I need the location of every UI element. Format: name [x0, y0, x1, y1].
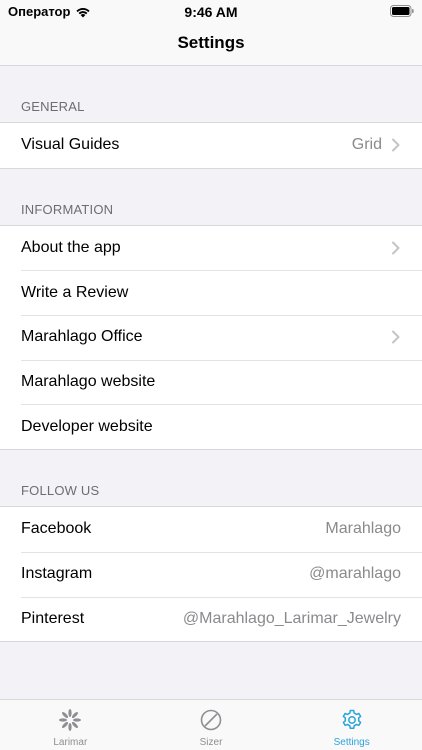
write-a-review-row[interactable]: Write a Review	[0, 270, 422, 316]
row-label: Visual Guides	[21, 136, 120, 154]
row-label: Marahlago Office	[21, 328, 143, 346]
instagram-row[interactable]: Instagram @marahlago	[0, 551, 422, 597]
top-bar: Оператор 9:46 AM Settings	[0, 0, 422, 66]
gear-icon	[342, 709, 362, 730]
tab-sizer[interactable]: Sizer	[141, 700, 282, 750]
larimar-flower-icon	[59, 709, 82, 731]
section-header-general: GENERAL	[21, 99, 85, 114]
row-label: Facebook	[21, 520, 92, 538]
developer-website-row[interactable]: Developer website	[0, 404, 422, 450]
row-label: Developer website	[21, 417, 153, 435]
tab-larimar[interactable]: Larimar	[0, 700, 141, 750]
page-title: Settings	[177, 33, 245, 52]
facebook-row[interactable]: Facebook Marahlago	[0, 507, 422, 552]
section-header-information: INFORMATION	[21, 201, 114, 217]
status-time: 9:46 AM	[184, 4, 238, 20]
tab-label: Settings	[333, 737, 370, 748]
sizer-ring-icon	[200, 709, 222, 731]
chevron-right-icon	[392, 330, 400, 344]
group-follow-us: Facebook Marahlago Instagram @marahlago …	[0, 506, 422, 643]
row-label: Write a Review	[21, 283, 129, 301]
row-label: Instagram	[21, 565, 93, 583]
group-general: Visual Guides Grid	[0, 122, 422, 169]
chevron-right-icon	[392, 241, 400, 255]
row-detail: Grid	[351, 136, 382, 154]
tab-settings[interactable]: Settings	[281, 700, 422, 750]
settings-list: GENERAL Visual Guides Grid INFORMATION A…	[0, 66, 422, 643]
status-bar: Оператор 9:46 AM	[0, 0, 422, 24]
marahlago-office-row[interactable]: Marahlago Office	[0, 315, 422, 360]
about-the-app-row[interactable]: About the app	[0, 225, 422, 271]
row-detail: Marahlago	[325, 520, 401, 538]
row-detail: @Marahlago_Larimar_Jewelry	[182, 609, 401, 627]
row-label: Pinterest	[21, 609, 85, 627]
row-label: Marahlago website	[21, 373, 156, 391]
group-information: About the app Write a Review Marahlago O…	[0, 224, 422, 451]
pinterest-row[interactable]: Pinterest @Marahlago_Larimar_Jewelry	[0, 596, 422, 642]
chevron-right-icon	[392, 138, 400, 152]
row-detail: @marahlago	[309, 565, 401, 583]
tab-bar: Larimar Sizer Settings	[0, 699, 422, 750]
visual-guides-row[interactable]: Visual Guides Grid	[0, 123, 422, 168]
row-label: About the app	[21, 239, 121, 257]
tab-label: Larimar	[53, 737, 88, 748]
battery-icon	[390, 5, 414, 17]
marahlago-website-row[interactable]: Marahlago website	[0, 359, 422, 405]
tab-label: Sizer	[199, 737, 223, 748]
section-header-follow-us: FOLLOW US	[21, 483, 100, 499]
